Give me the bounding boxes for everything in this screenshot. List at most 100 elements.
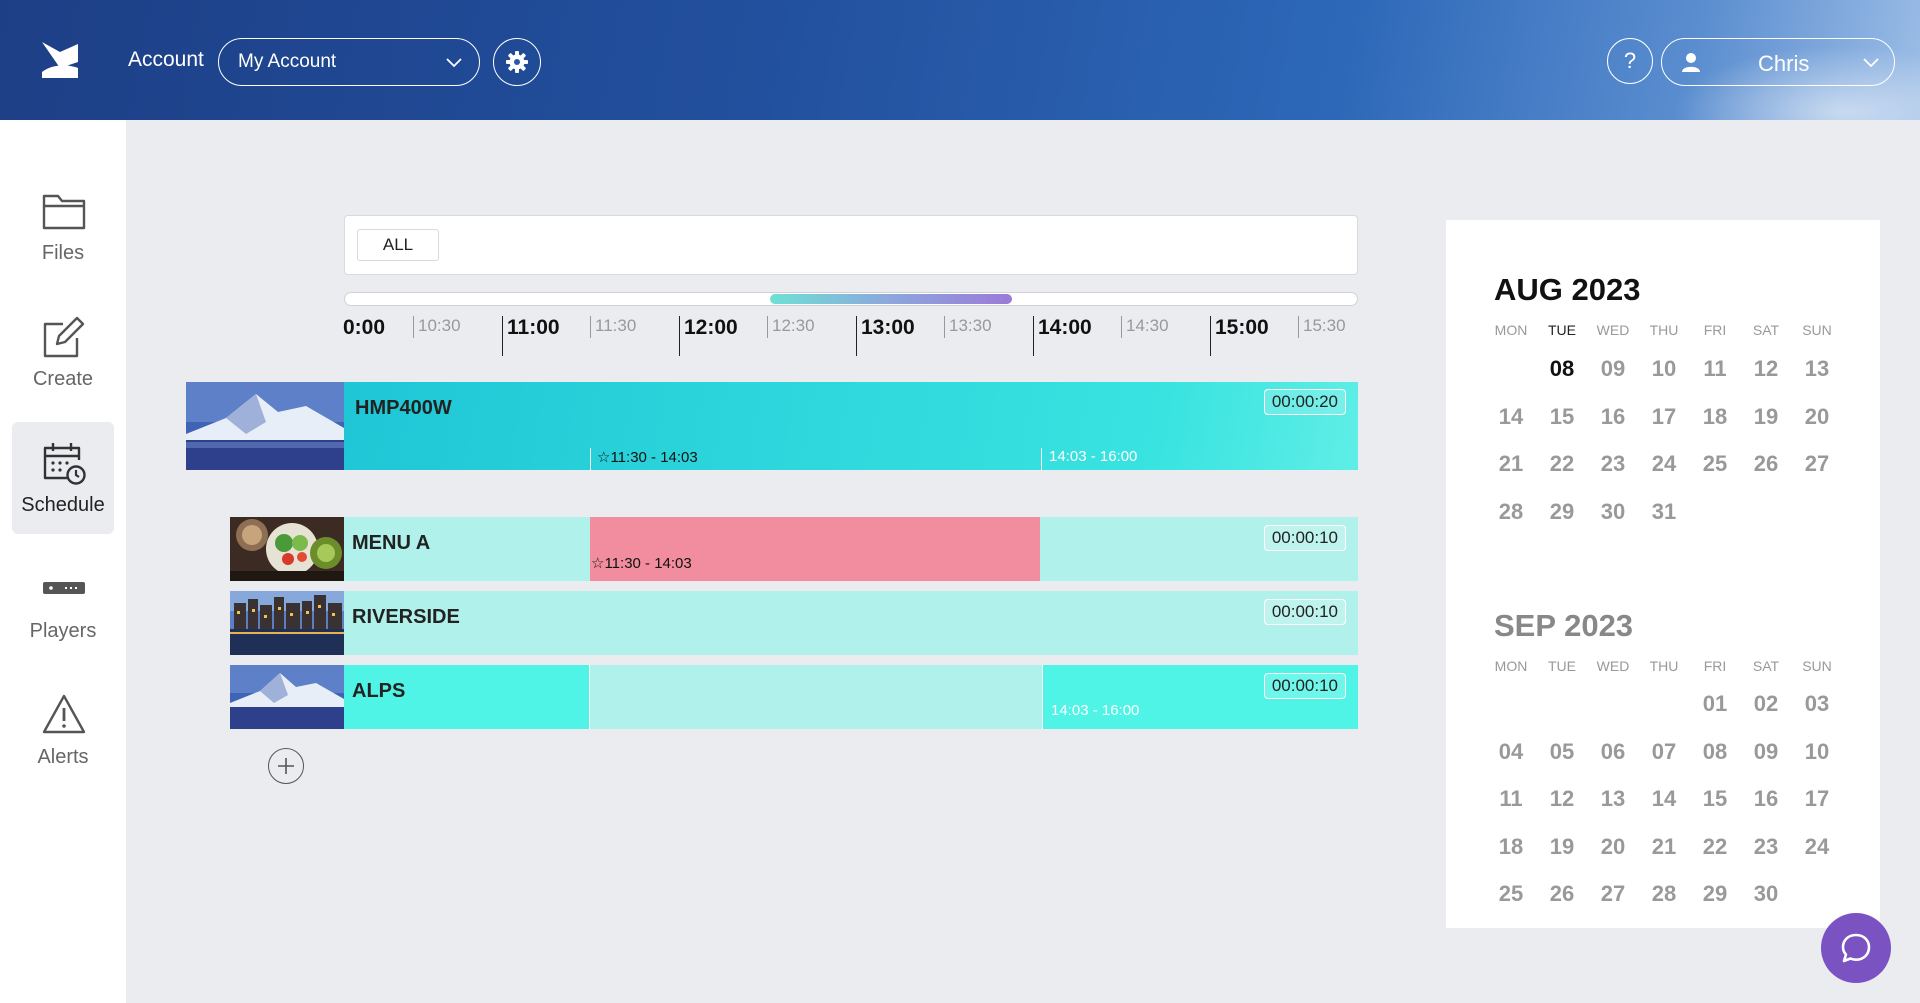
- chat-button[interactable]: [1821, 913, 1891, 983]
- account-select[interactable]: My Account: [218, 38, 480, 86]
- calendar-day[interactable]: 23: [1588, 451, 1638, 477]
- calendar-day[interactable]: 24: [1639, 451, 1689, 477]
- help-button[interactable]: ?: [1607, 38, 1653, 84]
- calendar-day[interactable]: 05: [1537, 739, 1587, 765]
- calendar-day[interactable]: 12: [1537, 786, 1587, 812]
- calendar-day[interactable]: 02: [1741, 691, 1791, 717]
- calendar-day[interactable]: 13: [1792, 356, 1842, 382]
- calendar-day[interactable]: 11: [1690, 356, 1740, 382]
- calendar-day[interactable]: 26: [1537, 881, 1587, 907]
- top-header: Account My Account ? Chris: [0, 0, 1920, 120]
- sidebar-item-label: Files: [41, 242, 85, 264]
- dow-label: TUE: [1548, 658, 1576, 674]
- sidebar-item-schedule[interactable]: Schedule: [12, 422, 114, 534]
- time-ruler: 0:00 10:30 11:00 11:30 12:00 12:30 13:00…: [343, 312, 1358, 360]
- timeline-scrollbar[interactable]: [344, 292, 1358, 306]
- app-logo-icon[interactable]: [38, 38, 82, 82]
- dow-label: SUN: [1802, 322, 1832, 338]
- playlist-timeline-bar[interactable]: [590, 665, 1042, 729]
- user-name: Chris: [1758, 51, 1810, 76]
- playlist-timeline-bar[interactable]: [344, 591, 1358, 655]
- calendar-day[interactable]: 13: [1588, 786, 1638, 812]
- calendar-day[interactable]: 30: [1741, 881, 1791, 907]
- calendar-day[interactable]: 20: [1792, 404, 1842, 430]
- calendar-month-title: SEP 2023: [1494, 608, 1634, 643]
- calendar-day[interactable]: 28: [1639, 881, 1689, 907]
- calendar-day[interactable]: 25: [1690, 451, 1740, 477]
- timeline-scroll-thumb[interactable]: [770, 294, 1012, 304]
- calendar-day[interactable]: 25: [1486, 881, 1536, 907]
- sidebar-item-files[interactable]: Files: [12, 170, 114, 282]
- calendar-day[interactable]: 04: [1486, 739, 1536, 765]
- calendar-day[interactable]: 29: [1537, 499, 1587, 525]
- calendar-day[interactable]: 07: [1639, 739, 1689, 765]
- playlist-row[interactable]: MENU A 00:00:10 ☆11:30 - 14:03: [230, 517, 1358, 581]
- sidebar-item-label: Schedule: [21, 494, 105, 516]
- calendar-day[interactable]: 10: [1639, 356, 1689, 382]
- sidebar-item-label: Alerts: [37, 746, 89, 768]
- playlist-name: MENU A: [352, 532, 431, 554]
- calendar-day[interactable]: 22: [1690, 834, 1740, 860]
- playlist-duration: 00:00:10: [1263, 525, 1346, 551]
- calendar-day[interactable]: 30: [1588, 499, 1638, 525]
- chevron-down-icon: [1863, 58, 1879, 68]
- dow-label: MON: [1494, 658, 1528, 674]
- sidebar-nav: Files Create Schedule Players Alerts: [0, 120, 126, 1003]
- account-select-value: My Account: [238, 51, 337, 72]
- calendar-day[interactable]: 28: [1486, 499, 1536, 525]
- calendar-day[interactable]: 15: [1537, 404, 1587, 430]
- calendar-day[interactable]: 11: [1486, 786, 1536, 812]
- calendar-day[interactable]: 18: [1486, 834, 1536, 860]
- calendar-day[interactable]: 20: [1588, 834, 1638, 860]
- calendar-day[interactable]: 19: [1537, 834, 1587, 860]
- calendar-day[interactable]: 12: [1741, 356, 1791, 382]
- calendar-day[interactable]: 09: [1741, 739, 1791, 765]
- sidebar-item-players[interactable]: Players: [12, 548, 114, 660]
- player-row[interactable]: HMP400W 00:00:20 ☆11:30 - 14:03 14:03 - …: [186, 382, 1358, 470]
- segment-divider: [590, 448, 591, 470]
- sidebar-item-alerts[interactable]: Alerts: [12, 674, 114, 786]
- calendar-day[interactable]: 27: [1588, 881, 1638, 907]
- calendar-day[interactable]: 03: [1792, 691, 1842, 717]
- calendar-day[interactable]: 08: [1690, 739, 1740, 765]
- calendar-day[interactable]: 29: [1690, 881, 1740, 907]
- sidebar-item-label: Create: [32, 368, 94, 390]
- calendar-day[interactable]: 16: [1588, 404, 1638, 430]
- user-menu-button[interactable]: Chris: [1661, 38, 1895, 86]
- calendar-day[interactable]: 31: [1639, 499, 1689, 525]
- calendar-day[interactable]: 23: [1741, 834, 1791, 860]
- calendar-day[interactable]: 06: [1588, 739, 1638, 765]
- playlist-name: ALPS: [352, 680, 406, 702]
- calendar-day[interactable]: 22: [1537, 451, 1587, 477]
- calendar-day[interactable]: 15: [1690, 786, 1740, 812]
- calendar-day[interactable]: 16: [1741, 786, 1791, 812]
- dow-label: FRI: [1703, 658, 1727, 674]
- calendar-day[interactable]: 14: [1639, 786, 1689, 812]
- playlist-row[interactable]: ALPS 00:00:10 14:03 - 16:00: [230, 665, 1358, 729]
- calendar-day[interactable]: 17: [1792, 786, 1842, 812]
- calendar-day[interactable]: 09: [1588, 356, 1638, 382]
- calendar-day[interactable]: 24: [1792, 834, 1842, 860]
- folder-icon: [42, 194, 86, 230]
- calendar-day[interactable]: 21: [1486, 451, 1536, 477]
- calendar-day[interactable]: 26: [1741, 451, 1791, 477]
- calendar-day[interactable]: 08: [1537, 356, 1587, 382]
- calendar-day[interactable]: 14: [1486, 404, 1536, 430]
- calendar-day[interactable]: 27: [1792, 451, 1842, 477]
- playlist-duration: 00:00:10: [1263, 673, 1346, 699]
- dow-label: WED: [1596, 322, 1630, 338]
- calendar-day[interactable]: 10: [1792, 739, 1842, 765]
- player-timeline-bar[interactable]: [344, 382, 1358, 470]
- calendar-day[interactable]: 17: [1639, 404, 1689, 430]
- filter-chip-all[interactable]: ALL: [357, 229, 439, 261]
- add-playlist-button[interactable]: [268, 748, 304, 784]
- calendar-day[interactable]: 21: [1639, 834, 1689, 860]
- calendar-day[interactable]: 01: [1690, 691, 1740, 717]
- dow-label: MON: [1494, 322, 1528, 338]
- player-duration: 00:00:20: [1263, 389, 1346, 415]
- playlist-row[interactable]: RIVERSIDE 00:00:10: [230, 591, 1358, 655]
- calendar-day[interactable]: 19: [1741, 404, 1791, 430]
- calendar-day[interactable]: 18: [1690, 404, 1740, 430]
- sidebar-item-create[interactable]: Create: [12, 296, 114, 408]
- settings-button[interactable]: [493, 38, 541, 86]
